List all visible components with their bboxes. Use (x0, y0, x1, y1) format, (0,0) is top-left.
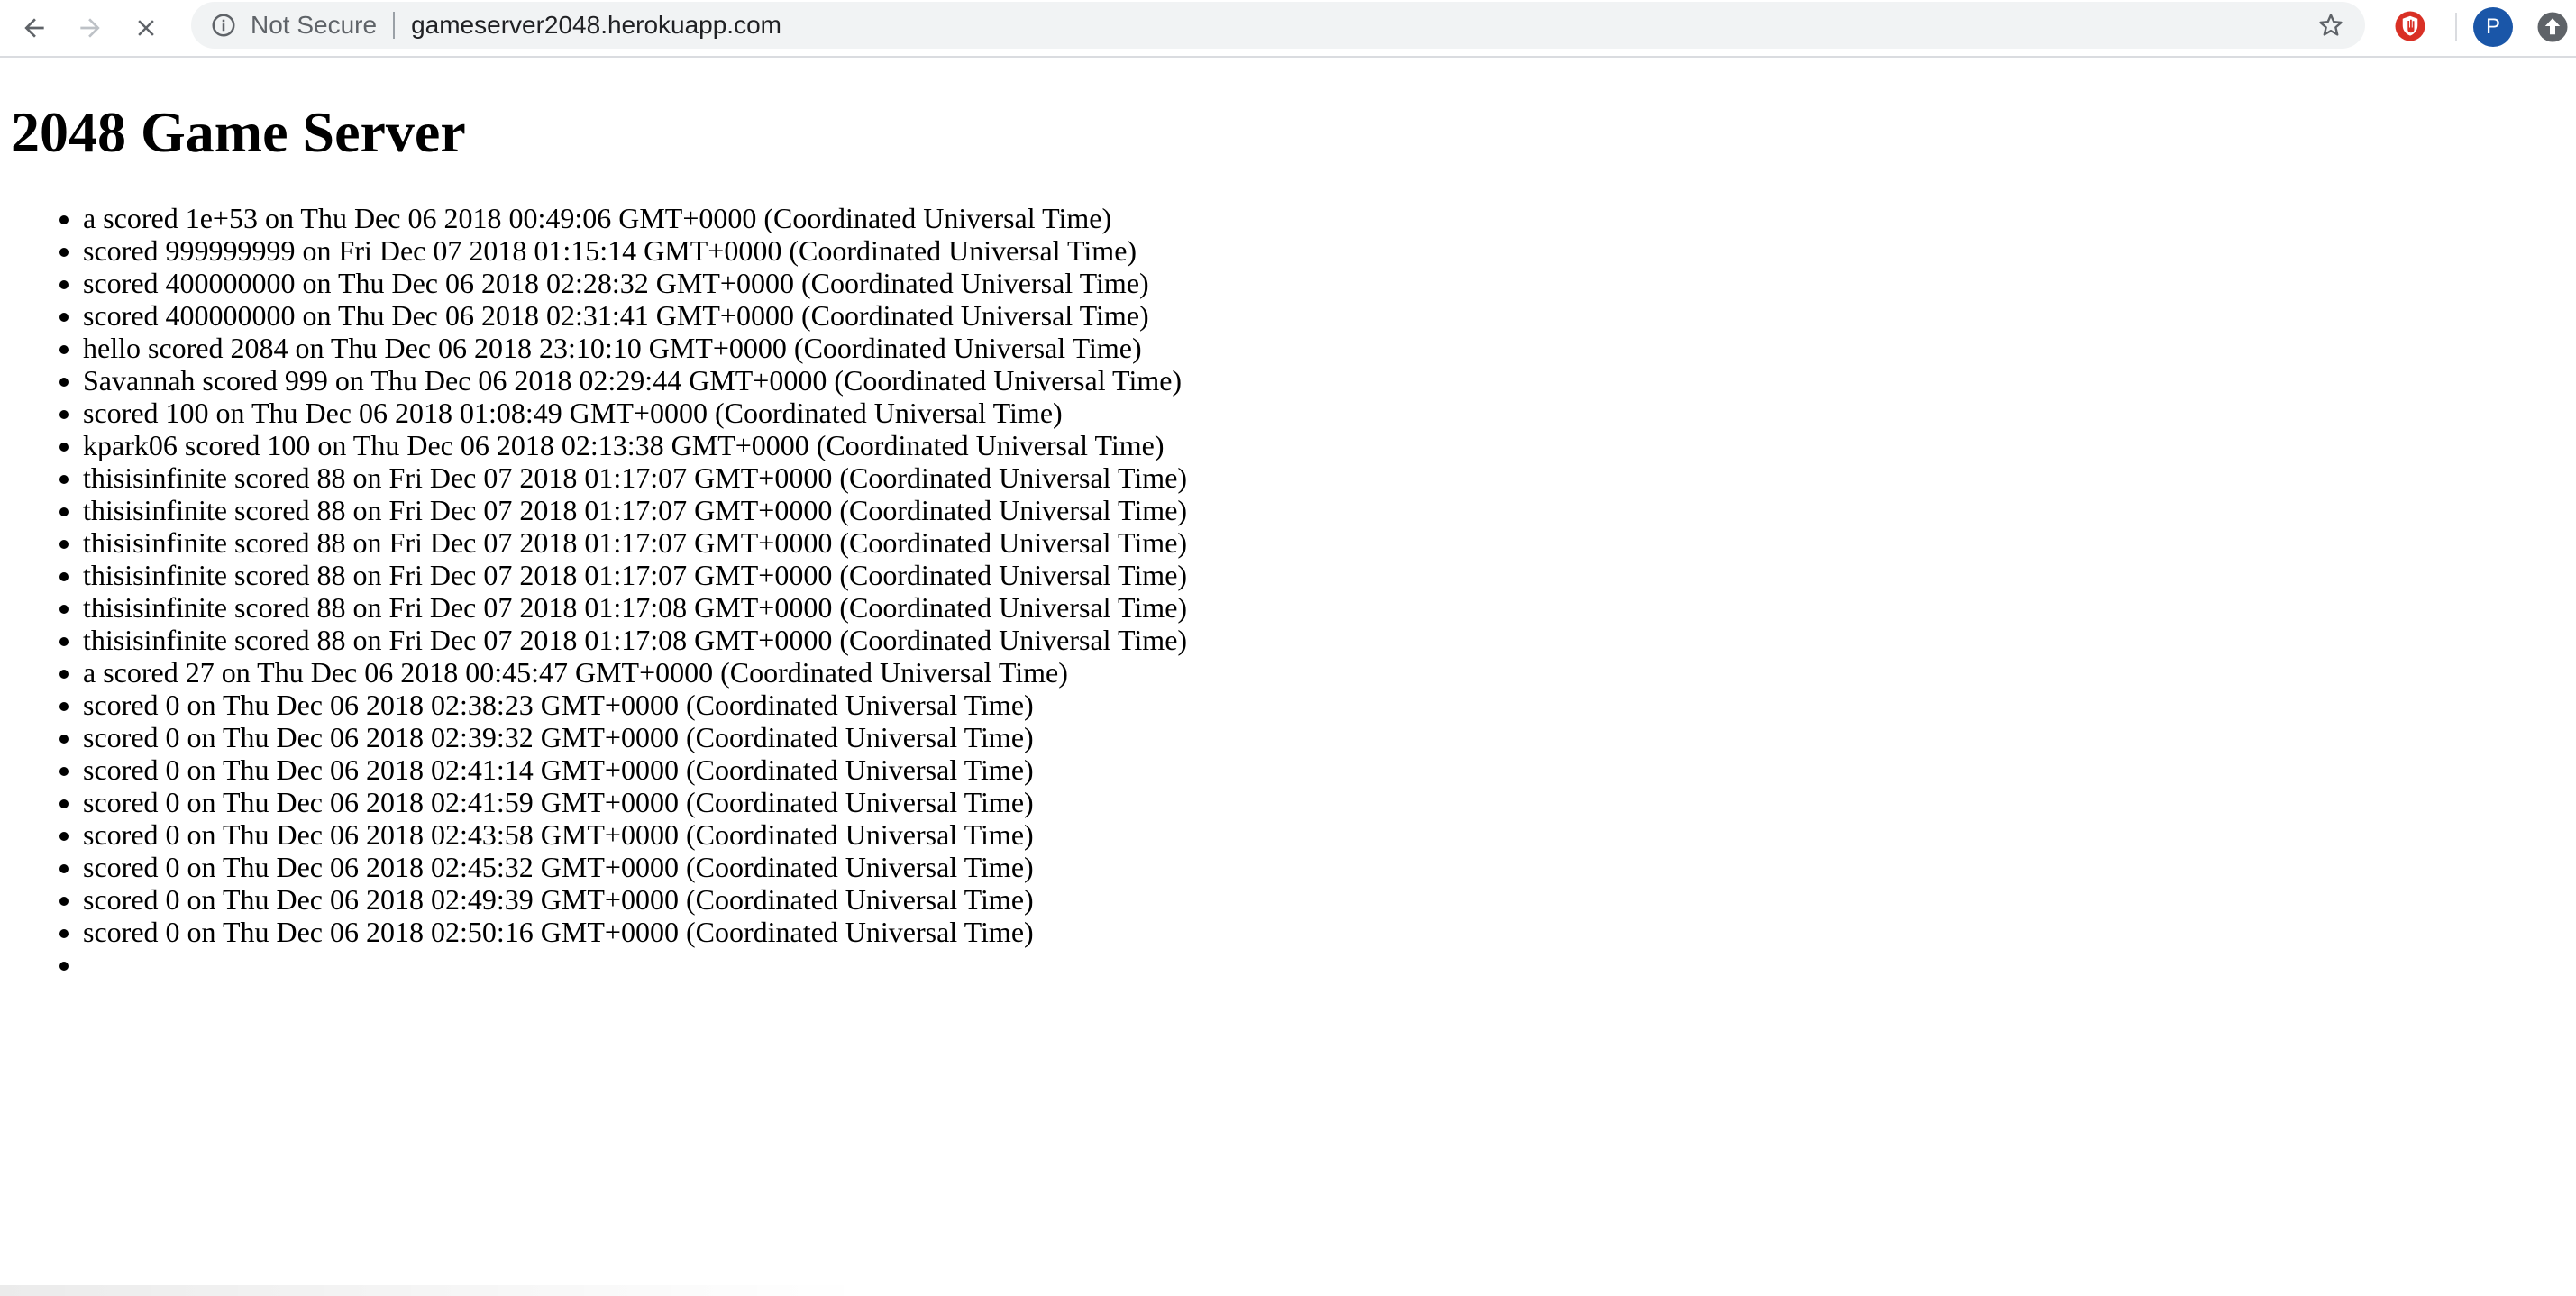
score-list-item: kpark06 scored 100 on Thu Dec 06 2018 02… (83, 429, 2576, 461)
forward-button[interactable] (72, 10, 108, 46)
score-list-item: scored 400000000 on Thu Dec 06 2018 02:3… (83, 299, 2576, 332)
up-arrow-circle-icon[interactable] (2536, 11, 2569, 43)
score-list-item: scored 0 on Thu Dec 06 2018 02:45:32 GMT… (83, 851, 2576, 883)
score-list-item: thisisinfinite scored 88 on Fri Dec 07 2… (83, 526, 2576, 559)
score-list-item: scored 0 on Thu Dec 06 2018 02:38:23 GMT… (83, 689, 2576, 721)
stop-loading-button[interactable] (128, 10, 164, 46)
score-list-item: Savannah scored 999 on Thu Dec 06 2018 0… (83, 364, 2576, 397)
score-list-item: scored 0 on Thu Dec 06 2018 02:41:14 GMT… (83, 753, 2576, 786)
page-title: 2048 Game Server (11, 100, 466, 164)
profile-avatar[interactable]: P (2473, 7, 2513, 47)
score-list-item: scored 0 on Thu Dec 06 2018 02:50:16 GMT… (83, 916, 2576, 948)
score-list-item: thisisinfinite scored 88 on Fri Dec 07 2… (83, 494, 2576, 526)
security-status-label[interactable]: Not Secure (251, 11, 377, 40)
score-list-item: thisisinfinite scored 88 on Fri Dec 07 2… (83, 461, 2576, 494)
url-text[interactable]: gameserver2048.herokuapp.com (411, 11, 781, 40)
score-list-item: scored 400000000 on Thu Dec 06 2018 02:2… (83, 267, 2576, 299)
close-x-icon (138, 20, 154, 36)
score-list-item: scored 0 on Thu Dec 06 2018 02:41:59 GMT… (83, 786, 2576, 818)
score-list-item: thisisinfinite scored 88 on Fri Dec 07 2… (83, 559, 2576, 591)
download-shelf-shadow (0, 1285, 865, 1296)
score-list-item: thisisinfinite scored 88 on Fri Dec 07 2… (83, 591, 2576, 624)
back-button[interactable] (16, 10, 52, 46)
arrow-left-icon (24, 18, 44, 38)
score-list-item: scored 999999999 on Fri Dec 07 2018 01:1… (83, 234, 2576, 267)
omnibox-divider (393, 12, 396, 39)
toolbar-divider (2455, 13, 2457, 41)
score-list-item (83, 948, 2576, 981)
info-circle-icon[interactable] (209, 11, 238, 40)
score-list-item: a scored 1e+53 on Thu Dec 06 2018 00:49:… (83, 202, 2576, 234)
arrow-right-icon (80, 18, 100, 38)
score-list-item: hello scored 2084 on Thu Dec 06 2018 23:… (83, 332, 2576, 364)
score-list-item: scored 100 on Thu Dec 06 2018 01:08:49 G… (83, 397, 2576, 429)
red-shield-extension-icon[interactable] (2394, 10, 2426, 42)
page-content: 2048 Game Server a scored 1e+53 on Thu D… (0, 99, 2576, 981)
address-bar[interactable]: Not Secure gameserver2048.herokuapp.com (191, 2, 2365, 49)
bookmark-star-icon[interactable] (2315, 9, 2347, 41)
score-list-item: scored 0 on Thu Dec 06 2018 02:39:32 GMT… (83, 721, 2576, 753)
score-list: a scored 1e+53 on Thu Dec 06 2018 00:49:… (11, 202, 2576, 981)
browser-toolbar: Not Secure gameserver2048.herokuapp.com … (0, 0, 2576, 58)
score-list-item: scored 0 on Thu Dec 06 2018 02:49:39 GMT… (83, 883, 2576, 916)
score-list-item: a scored 27 on Thu Dec 06 2018 00:45:47 … (83, 656, 2576, 689)
score-list-item: thisisinfinite scored 88 on Fri Dec 07 2… (83, 624, 2576, 656)
score-list-item: scored 0 on Thu Dec 06 2018 02:43:58 GMT… (83, 818, 2576, 851)
